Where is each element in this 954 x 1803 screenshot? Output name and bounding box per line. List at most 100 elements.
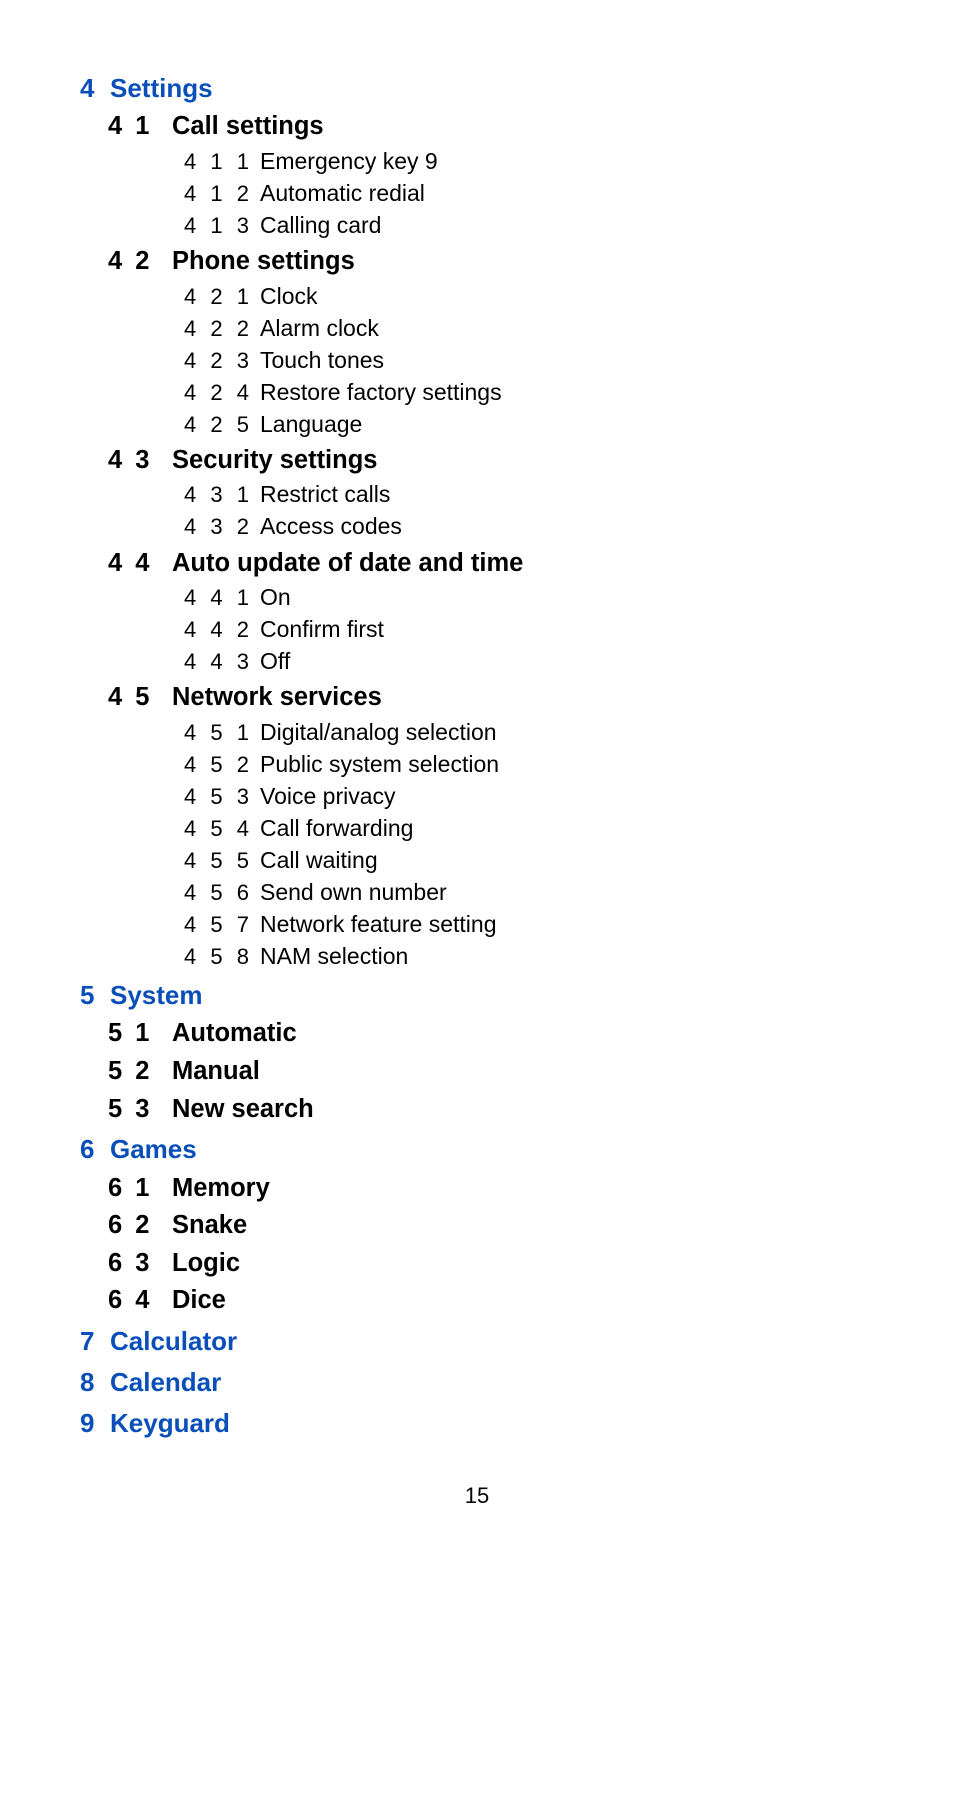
- toc-l3-num: 4 3 1: [184, 480, 260, 510]
- toc-l1-num: 9: [80, 1406, 110, 1441]
- toc-l2-label: Phone settings: [172, 247, 355, 275]
- toc-l2-num: 4 2: [108, 245, 172, 279]
- toc-l3: 4 5 1Digital/analog selection: [184, 717, 874, 748]
- toc-l2: 4 1Call settings: [108, 110, 874, 144]
- toc-l3-label: Automatic redial: [260, 180, 425, 206]
- toc-l3-num: 4 4 3: [184, 647, 260, 677]
- toc-l3: 4 2 2Alarm clock: [184, 313, 874, 344]
- toc-l1-num: 8: [80, 1365, 110, 1400]
- toc-l2-num: 5 3: [108, 1093, 172, 1127]
- toc-l3: 4 2 5Language: [184, 409, 874, 440]
- toc-l3-num: 4 5 6: [184, 878, 260, 908]
- toc-l3: 4 2 4Restore factory settings: [184, 377, 874, 408]
- toc-l2-num: 6 1: [108, 1172, 172, 1206]
- toc-l3-label: Touch tones: [260, 347, 384, 373]
- toc-l3: 4 5 3Voice privacy: [184, 781, 874, 812]
- toc-l2: 6 4Dice: [108, 1284, 874, 1318]
- toc-l3-num: 4 4 1: [184, 583, 260, 613]
- toc-l2-label: Memory: [172, 1174, 270, 1202]
- toc-l3-num: 4 5 7: [184, 910, 260, 940]
- toc-l3: 4 5 7Network feature setting: [184, 909, 874, 940]
- toc-l1: 9Keyguard: [80, 1406, 874, 1441]
- toc-l3-num: 4 2 1: [184, 282, 260, 312]
- toc-l3-num: 4 2 5: [184, 410, 260, 440]
- toc-l2: 5 1Automatic: [108, 1017, 874, 1051]
- toc-l3-label: Off: [260, 648, 290, 674]
- toc-l1-label: Games: [110, 1134, 197, 1164]
- toc-l2-num: 4 3: [108, 444, 172, 478]
- toc-page: 4Settings 4 1Call settings4 1 1Emergency …: [80, 71, 874, 1441]
- toc-l2: 4 4Auto update of date and time: [108, 547, 874, 581]
- toc-l2: 6 1Memory: [108, 1172, 874, 1206]
- toc-l2-label: New search: [172, 1095, 314, 1123]
- toc-l1-num: 6: [80, 1132, 110, 1167]
- toc-l3-label: Call waiting: [260, 847, 378, 873]
- toc-l1-num: 4: [80, 71, 110, 106]
- toc-l1-label: Calculator: [110, 1326, 237, 1356]
- toc-l1: 7Calculator: [80, 1324, 874, 1359]
- toc-l2-label: Auto update of date and time: [172, 549, 523, 577]
- toc-l2-label: Network services: [172, 683, 382, 711]
- toc-l2-label: Automatic: [172, 1019, 297, 1047]
- toc-l3: 4 2 3Touch tones: [184, 345, 874, 376]
- toc-l3: 4 1 3Calling card: [184, 210, 874, 241]
- toc-l3-label: Access codes: [260, 513, 402, 539]
- toc-l3-num: 4 3 2: [184, 512, 260, 542]
- toc-l3-num: 4 5 3: [184, 782, 260, 812]
- toc-l1-label: System: [110, 980, 203, 1010]
- toc-l3-label: Call forwarding: [260, 815, 413, 841]
- toc-l3: 4 5 5Call waiting: [184, 845, 874, 876]
- toc-l1: 5System: [80, 978, 874, 1013]
- toc-l3-label: Digital/analog selection: [260, 719, 497, 745]
- toc-l2-label: Manual: [172, 1057, 260, 1085]
- toc-l3-num: 4 2 2: [184, 314, 260, 344]
- toc-l3-num: 4 2 4: [184, 378, 260, 408]
- toc-l3-label: Calling card: [260, 212, 381, 238]
- toc-l3-label: Language: [260, 411, 362, 437]
- toc-l3-label: Restrict calls: [260, 481, 390, 507]
- toc-l3-num: 4 5 5: [184, 846, 260, 876]
- toc-l2-num: 4 5: [108, 681, 172, 715]
- toc-l3-label: On: [260, 584, 291, 610]
- toc-l2-num: 4 4: [108, 547, 172, 581]
- toc-l1: 8Calendar: [80, 1365, 874, 1400]
- toc-l3-num: 4 5 2: [184, 750, 260, 780]
- toc-l3-num: 4 5 4: [184, 814, 260, 844]
- toc-l3-label: NAM selection: [260, 943, 408, 969]
- toc-l3-label: Restore factory settings: [260, 379, 502, 405]
- toc-l2: 4 2Phone settings: [108, 245, 874, 279]
- toc-l1: 6Games: [80, 1132, 874, 1167]
- toc-l2-num: 5 2: [108, 1055, 172, 1089]
- toc-l3-label: Alarm clock: [260, 315, 379, 341]
- toc-l1: 4Settings: [80, 71, 874, 106]
- toc-l3-label: Clock: [260, 283, 318, 309]
- toc-l2-label: Dice: [172, 1286, 226, 1314]
- toc-l2-num: 6 3: [108, 1247, 172, 1281]
- toc-l3-label: Voice privacy: [260, 783, 396, 809]
- toc-l2: 6 3Logic: [108, 1247, 874, 1281]
- toc-l3-label: Send own number: [260, 879, 447, 905]
- toc-l2-label: Logic: [172, 1249, 240, 1277]
- toc-l1-num: 7: [80, 1324, 110, 1359]
- toc-l3-num: 4 1 2: [184, 179, 260, 209]
- toc-l3-num: 4 5 8: [184, 942, 260, 972]
- toc-l3-label: Confirm first: [260, 616, 384, 642]
- toc-l2: 4 3Security settings: [108, 444, 874, 478]
- toc-l3: 4 4 1On: [184, 582, 874, 613]
- toc-l3: 4 4 2Confirm first: [184, 614, 874, 645]
- toc-l3: 4 1 2Automatic redial: [184, 178, 874, 209]
- toc-l3-label: Network feature setting: [260, 911, 497, 937]
- toc-l3: 4 3 2Access codes: [184, 511, 874, 542]
- toc-l2-label: Snake: [172, 1211, 247, 1239]
- toc-l3: 4 5 8NAM selection: [184, 941, 874, 972]
- toc-l3: 4 3 1Restrict calls: [184, 479, 874, 510]
- toc-l3: 4 5 2Public system selection: [184, 749, 874, 780]
- toc-l2-num: 4 1: [108, 110, 172, 144]
- toc-l2-label: Security settings: [172, 446, 377, 474]
- toc-l2: 5 3New search: [108, 1093, 874, 1127]
- toc-l3-num: 4 2 3: [184, 346, 260, 376]
- toc-l3-num: 4 1 3: [184, 211, 260, 241]
- toc-l3: 4 1 1Emergency key 9: [184, 146, 874, 177]
- toc-l2-num: 5 1: [108, 1017, 172, 1051]
- toc-l2: 5 2Manual: [108, 1055, 874, 1089]
